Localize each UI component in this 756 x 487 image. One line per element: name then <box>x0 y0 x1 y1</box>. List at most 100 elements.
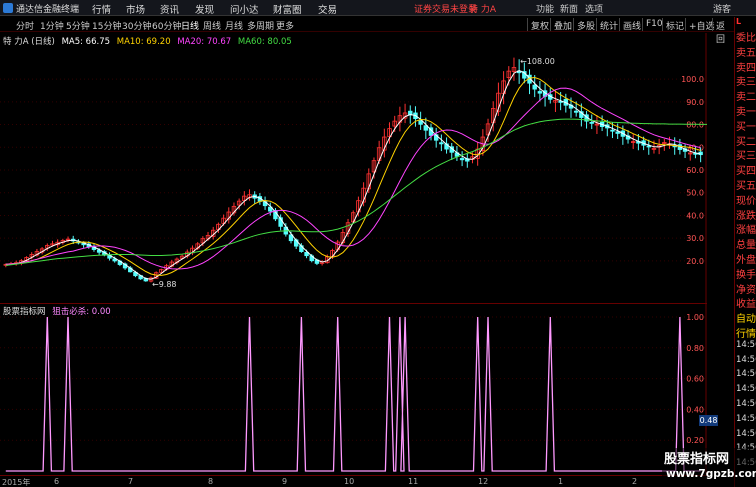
side-panel-item: 买二 <box>736 136 756 148</box>
side-panel-item: 换手 <box>736 269 756 281</box>
side-panel-item: 总量 <box>736 240 756 252</box>
menu-market[interactable]: 市场 <box>126 2 145 16</box>
time-tick: 10 <box>344 477 355 486</box>
side-header: L <box>736 17 742 26</box>
side-panel-item: 净资 <box>736 284 756 296</box>
price-tick-label: 80.0 <box>686 121 704 130</box>
side-panel-item: 卖二 <box>736 92 756 104</box>
side-panel-item: 14:56 <box>736 384 756 395</box>
period-tab-more[interactable]: 更多 <box>276 19 294 32</box>
indicator-chart[interactable]: 1.00 0.80 0.60 0.40 0.20 <box>0 303 707 474</box>
app-title: 通达信金融终端 <box>16 5 80 15</box>
menu-wealth[interactable]: 财富圈 <box>273 2 302 16</box>
menu-trade[interactable]: 交易 <box>318 2 337 16</box>
side-panel-item: 卖四 <box>736 62 756 74</box>
indicator-tick-label: 1.00 <box>686 313 704 322</box>
side-panel-item: 14:56 <box>736 413 756 424</box>
time-tick: 11 <box>408 477 419 486</box>
period-tab[interactable]: 周线 <box>203 19 221 32</box>
login-warning[interactable]: 证券交易未登录 <box>414 2 477 15</box>
period-tab[interactable]: 30分钟 <box>122 19 151 32</box>
side-panel-item: 14:56 <box>736 399 756 409</box>
price-tick-label: 30.0 <box>686 234 704 243</box>
indicator-tick-label: 0.20 <box>686 436 704 445</box>
low-annotation: ←9.88 <box>152 280 177 289</box>
period-tab[interactable]: 60分钟 <box>152 19 181 32</box>
side-panel-item: 买五 <box>736 181 756 192</box>
menu-news[interactable]: 资讯 <box>160 2 179 16</box>
stats-button[interactable]: 统计 <box>596 18 621 32</box>
watermark-url: www.7gpzb.com <box>666 468 756 480</box>
period-tab[interactable]: 15分钟 <box>92 19 121 32</box>
candle-body <box>573 110 579 113</box>
candle-body <box>532 84 537 90</box>
period-toolbar: 分时 1分钟 5分钟 15分钟 30分钟 60分钟 日线 周线 月线 多周期 更… <box>0 17 734 45</box>
candle-body <box>589 121 594 124</box>
watermark-title: 股票指标网 <box>664 452 730 467</box>
candle-body <box>418 120 423 125</box>
price-tick-label: 40.0 <box>686 211 704 220</box>
time-tick: 8 <box>208 477 214 486</box>
period-tab[interactable]: 1分钟 <box>40 19 64 32</box>
time-tick: 9 <box>282 477 288 486</box>
menu-new[interactable]: 新面 <box>560 2 578 15</box>
high-annotation: ←108.00 <box>520 57 555 66</box>
side-panel-item: 收益 <box>736 299 756 311</box>
indicator-tick-label: 0.40 <box>686 405 704 414</box>
mark-button[interactable]: 标记 <box>662 18 687 32</box>
ma10-line <box>5 76 701 276</box>
price-chart[interactable]: 100.090.080.070.060.050.040.030.020.0 ←1… <box>0 33 707 304</box>
back-button[interactable]: 返回 <box>712 18 734 45</box>
multi-stock-button[interactable]: 多股 <box>573 18 598 32</box>
candle-body <box>610 129 615 132</box>
side-panel-item: 涨幅 <box>736 225 756 237</box>
menu-guest[interactable]: 游客 <box>713 2 731 15</box>
quote-side-panel: L 委比 卖五 卖四 卖三 卖二 卖一 买一 买二 买三 买四 买五 现价 涨跌 涨幅 总量 外盘 换手 净资 收益… <box>734 17 756 487</box>
candle-body <box>615 131 620 134</box>
period-tab[interactable]: 分时 <box>16 19 34 32</box>
side-panel-item: 自动 <box>736 314 756 326</box>
side-panel-item: 外盘 <box>736 255 756 266</box>
time-tick: 2015年 <box>2 478 31 487</box>
time-tick: 12 <box>478 477 489 486</box>
time-tick: 6 <box>54 477 60 486</box>
menu-quotes[interactable]: 行情 <box>92 2 111 16</box>
draw-button[interactable]: 画线 <box>619 18 644 32</box>
side-panel-item: 涨跌 <box>736 210 756 222</box>
period-tab[interactable]: 多周期 <box>247 19 274 32</box>
stock-button[interactable]: 特 力A <box>469 2 496 15</box>
side-panel-item: 卖一 <box>736 107 756 118</box>
price-tick-label: 100.0 <box>681 75 704 84</box>
candle-body <box>537 91 543 94</box>
side-panel-item: 现价 <box>736 195 756 207</box>
side-panel-item: 买四 <box>736 166 756 178</box>
candle-body <box>459 158 465 161</box>
candle-body <box>439 142 444 145</box>
time-tick: 7 <box>128 477 134 486</box>
side-panel-item: 买三 <box>736 151 756 163</box>
menu-ask[interactable]: 问小达 <box>230 2 259 16</box>
price-tick-label: 60.0 <box>686 166 704 175</box>
price-tick-label: 90.0 <box>686 98 704 107</box>
period-tab[interactable]: 月线 <box>225 19 243 32</box>
side-panel-item: 14:56 <box>736 369 756 380</box>
period-tab-active[interactable]: 日线 <box>181 19 199 32</box>
side-panel-item: 14:56 <box>736 354 756 365</box>
side-panel-item: 买一 <box>736 121 756 133</box>
side-panel-item: 行情 <box>736 329 756 340</box>
side-panel-item: 卖三 <box>736 77 756 89</box>
indicator-tick-label: 0.60 <box>686 375 704 384</box>
menu-discover[interactable]: 发现 <box>195 2 214 16</box>
sniper-signal-line <box>5 316 701 472</box>
time-axis: 2015年 6 7 8 9 10 11 12 1 2 <box>0 475 707 487</box>
time-tick: 2 <box>632 477 638 486</box>
indicator-tick-label: 0.80 <box>686 344 704 353</box>
indicator-current-marker: 0.48 <box>699 415 718 426</box>
app-logo-icon <box>3 3 13 13</box>
side-panel-item: 14:56 <box>736 339 756 350</box>
period-tab[interactable]: 5分钟 <box>66 19 90 32</box>
adjust-button[interactable]: 复权 <box>527 18 552 32</box>
menu-options[interactable]: 选项 <box>585 2 603 15</box>
menu-function[interactable]: 功能 <box>536 2 554 15</box>
overlay-button[interactable]: 叠加 <box>550 18 575 32</box>
